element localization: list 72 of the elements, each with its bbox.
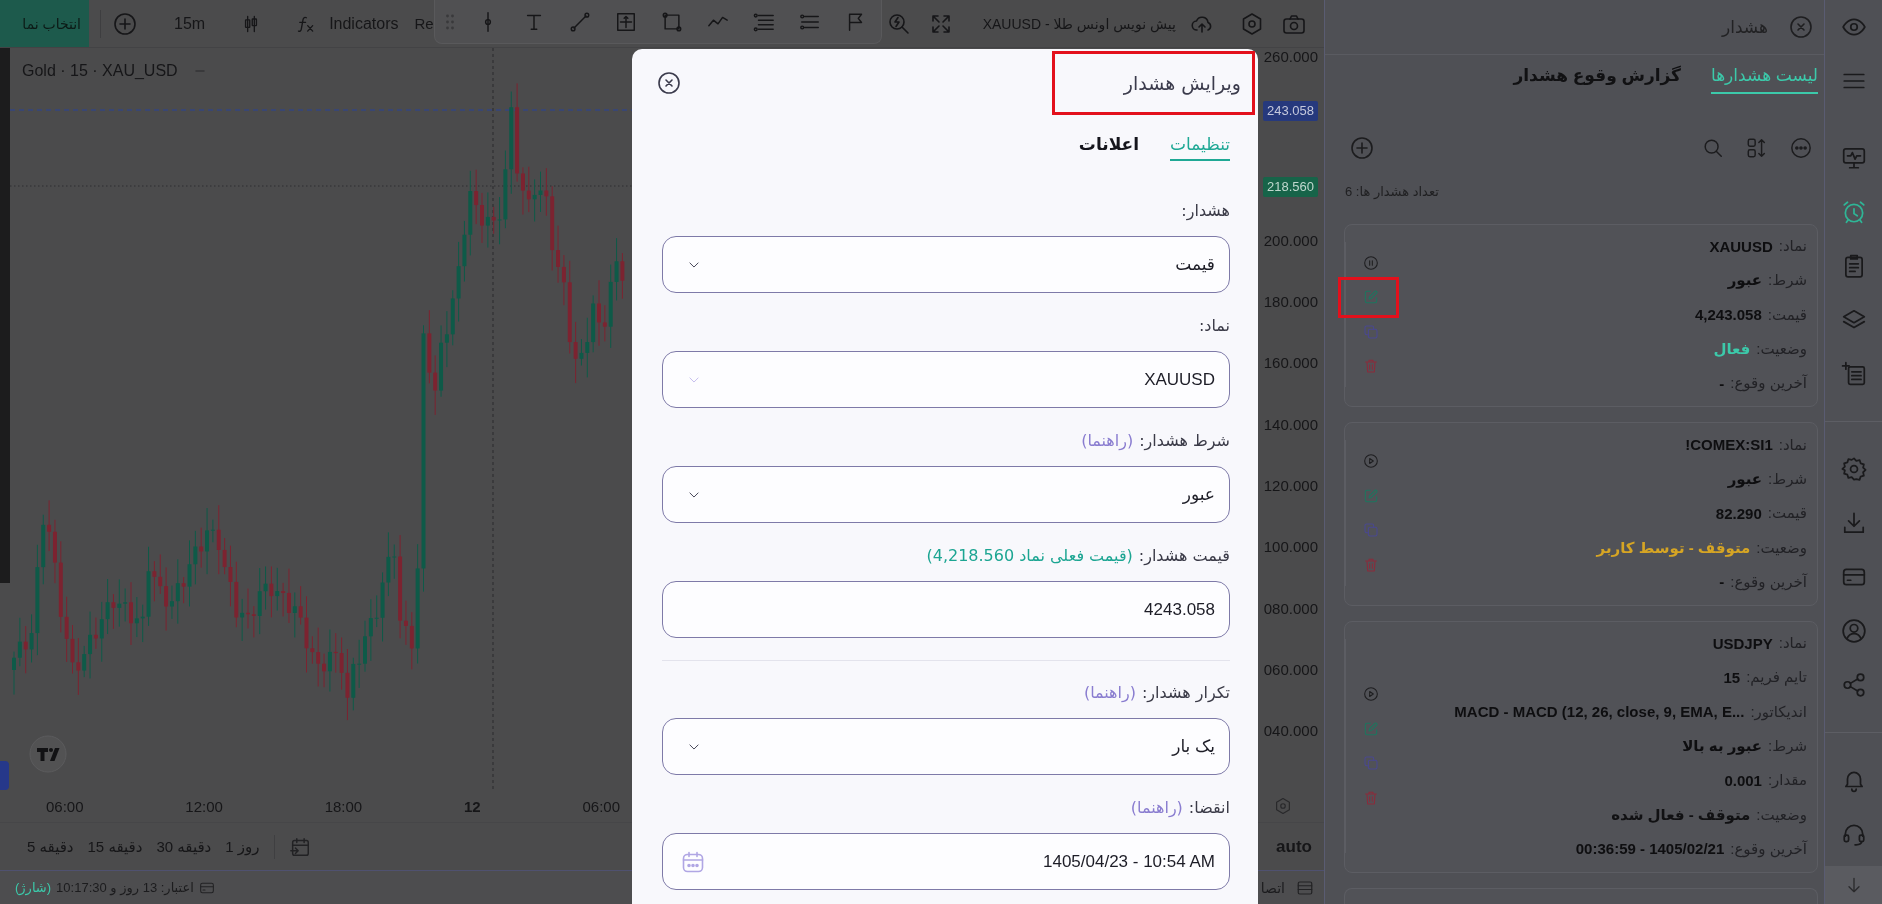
tab[interactable]: گزارش وقوع هشدار — [1513, 64, 1681, 94]
play-icon[interactable] — [1363, 453, 1379, 470]
settings-icon[interactable] — [1840, 456, 1867, 482]
field-label: هشدار: — [1181, 200, 1230, 222]
field-label: شرط هشدار: — [1139, 430, 1230, 452]
field-label: انقضا: — [1188, 797, 1230, 819]
logo-icon — [29, 735, 67, 773]
field-label: قیمت هشدار: — [1138, 545, 1230, 567]
add-circle-icon[interactable] — [113, 11, 137, 36]
alert-field-value: متوقف - توسط کاربر — [1596, 538, 1751, 557]
symbol-search-button[interactable]: انتخاب نما — [0, 0, 89, 47]
alert-field-value: 15 — [1723, 668, 1741, 686]
user-icon[interactable] — [1840, 618, 1867, 644]
alert-price-tag: 243.058 — [1263, 101, 1318, 122]
trash-icon[interactable] — [1363, 358, 1379, 375]
dialog-title: ویرایش هشدار — [1123, 72, 1241, 94]
tab[interactable]: اعلانات — [1078, 131, 1140, 161]
magnifier-bolt-icon[interactable] — [886, 11, 911, 36]
field-label: تکرار هشدار: — [1141, 682, 1230, 704]
alert-field-value: !COMEX:SI1 — [1685, 436, 1773, 454]
calendar-icon[interactable] — [681, 849, 705, 874]
edit-icon[interactable] — [1363, 289, 1379, 306]
alert-field-value: - — [1719, 374, 1725, 392]
select-field[interactable]: یک بار — [662, 718, 1230, 775]
alert-field-value: فعال — [1713, 340, 1751, 359]
alert-field-value: متوقف - فعال شده — [1611, 805, 1751, 824]
play-icon[interactable] — [1363, 686, 1379, 703]
edit-icon[interactable] — [1363, 487, 1379, 504]
list-add-icon[interactable] — [1840, 361, 1867, 387]
alert-field-value: عبور — [1727, 469, 1763, 488]
date-field[interactable]: 1405/04/23 - 10:54 AM — [662, 833, 1230, 890]
alert-field-value: - — [1719, 573, 1725, 591]
select-field[interactable]: قیمت — [662, 236, 1230, 293]
close-icon[interactable] — [657, 71, 681, 95]
current-price-tag: 218.560 — [1263, 176, 1318, 197]
alert-field-value: MACD - MACD (12, 26, close, 9, EMA, E... — [1454, 703, 1745, 721]
alert-field-value: 00:36:59 - 1405/02/21 — [1575, 840, 1725, 858]
alert-field-value: 0.001 — [1724, 771, 1762, 789]
pause-icon[interactable] — [1363, 255, 1379, 271]
edit-icon[interactable] — [1363, 720, 1379, 737]
scroll-down-button[interactable] — [1825, 866, 1882, 904]
crosshair-box-icon[interactable] — [614, 10, 637, 33]
search-icon[interactable] — [1702, 137, 1724, 159]
rectangle-icon[interactable] — [660, 10, 683, 33]
share-icon[interactable] — [1840, 672, 1867, 698]
trash-icon[interactable] — [1363, 789, 1379, 806]
alert-field-value: XAUUSD — [1709, 237, 1773, 255]
list-icon[interactable] — [1296, 878, 1314, 897]
help-link[interactable]: (راهنما) — [1083, 682, 1136, 704]
trend-line-icon[interactable] — [568, 10, 591, 33]
help-link[interactable]: (راهنما) — [1081, 430, 1134, 452]
hexagon-icon[interactable] — [1274, 797, 1292, 815]
recharge-link[interactable]: (شارژ) — [15, 880, 52, 895]
sort-icon[interactable] — [1746, 137, 1768, 159]
current-price-link[interactable]: (قیمت فعلی نماد 4,218.560) — [926, 545, 1133, 567]
field-label: نماد: — [1198, 315, 1230, 337]
tab[interactable]: تنظیمات — [1170, 131, 1230, 161]
help-link[interactable]: (راهنما) — [1130, 797, 1183, 819]
select-field[interactable]: عبور — [662, 466, 1230, 523]
add-circle-icon[interactable] — [1350, 136, 1374, 160]
expand-handle[interactable] — [0, 760, 9, 790]
monitor-pulse-icon[interactable] — [1840, 145, 1867, 171]
input-field[interactable]: 4243.058 — [662, 581, 1230, 638]
alert-field-value: 4,243.058 — [1695, 306, 1762, 324]
tab[interactable]: لیست هشدارها — [1710, 64, 1818, 94]
trash-icon[interactable] — [1363, 556, 1379, 573]
alert-field-value: عبور به بالا — [1682, 737, 1763, 755]
alert-field-value: عبور — [1727, 271, 1763, 290]
alert-field-value: USDJPY — [1712, 634, 1773, 652]
more-icon[interactable] — [1790, 137, 1812, 159]
calendar-arrow-icon[interactable] — [288, 835, 311, 858]
alert-field-value: 82.290 — [1715, 504, 1762, 522]
